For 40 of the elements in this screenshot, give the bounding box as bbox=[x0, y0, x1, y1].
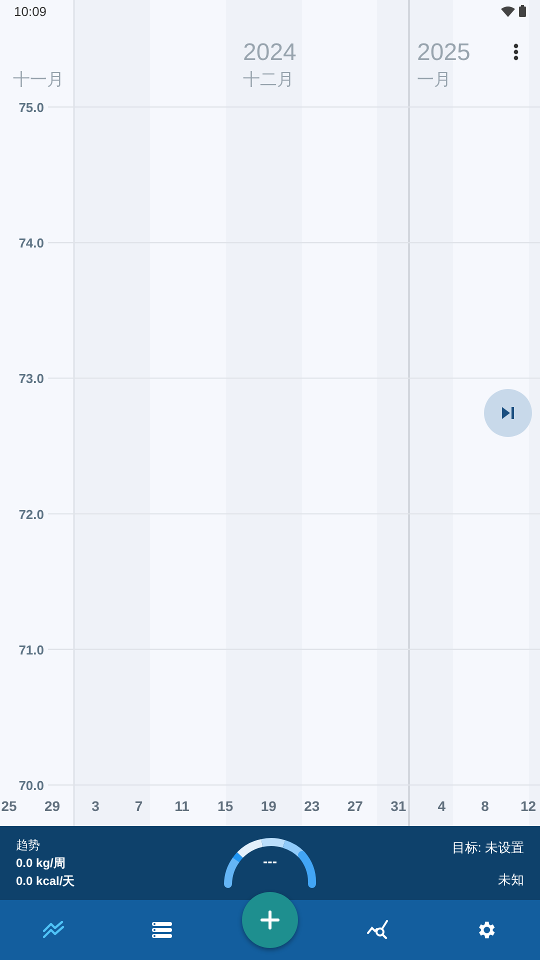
axis-label: 74.0 bbox=[18, 236, 44, 251]
chart-search-icon bbox=[367, 920, 389, 940]
axis-label: 27 bbox=[347, 798, 363, 814]
plus-icon bbox=[260, 910, 280, 930]
axis-label: 4 bbox=[438, 798, 446, 814]
axis-label: 70.0 bbox=[18, 778, 44, 793]
weekly-rate: 0.0 kg/周 bbox=[16, 854, 66, 872]
axis-label: 7 bbox=[134, 798, 143, 814]
axis-label: 8 bbox=[481, 798, 489, 814]
axis-label: 19 bbox=[260, 798, 276, 814]
trend-title: 趋势 bbox=[16, 836, 41, 854]
more-icon[interactable] bbox=[513, 43, 519, 61]
axis-label: 75.0 bbox=[18, 100, 44, 115]
wifi-icon bbox=[501, 6, 515, 16]
axis-label: 29 bbox=[44, 798, 60, 814]
battery-icon bbox=[519, 5, 526, 17]
trend-lines-icon bbox=[43, 921, 65, 939]
axis-label: 25 bbox=[1, 798, 17, 814]
axis-label: 11 bbox=[174, 798, 190, 814]
axis-label: 72.0 bbox=[18, 506, 44, 522]
list-icon bbox=[151, 921, 173, 939]
axis-label: 15 bbox=[218, 798, 234, 814]
skip-end-icon bbox=[501, 407, 515, 419]
month-label: 十一月 bbox=[13, 70, 64, 89]
daily-rate: 0.0 kcal/天 bbox=[16, 872, 76, 890]
goal-status: 未知 bbox=[498, 871, 524, 889]
axis-label: 3 bbox=[92, 798, 100, 814]
axis-label: 23 bbox=[304, 798, 320, 814]
axis-label: 73.0 bbox=[18, 371, 44, 386]
axis-label: 31 bbox=[390, 798, 406, 814]
goal-label: 目标: 未设置 bbox=[452, 839, 524, 857]
add-button[interactable] bbox=[242, 892, 298, 948]
axis-label: 12 bbox=[520, 798, 536, 814]
month-label: 一月 bbox=[417, 70, 451, 89]
year-label: 2024 bbox=[243, 39, 296, 66]
year-label: 2025 bbox=[417, 39, 470, 66]
month-label: 十二月 bbox=[243, 70, 294, 89]
axis-label: 71.0 bbox=[18, 642, 44, 658]
gauge-value: --- bbox=[263, 853, 277, 869]
status-time: 10:09 bbox=[14, 4, 47, 18]
